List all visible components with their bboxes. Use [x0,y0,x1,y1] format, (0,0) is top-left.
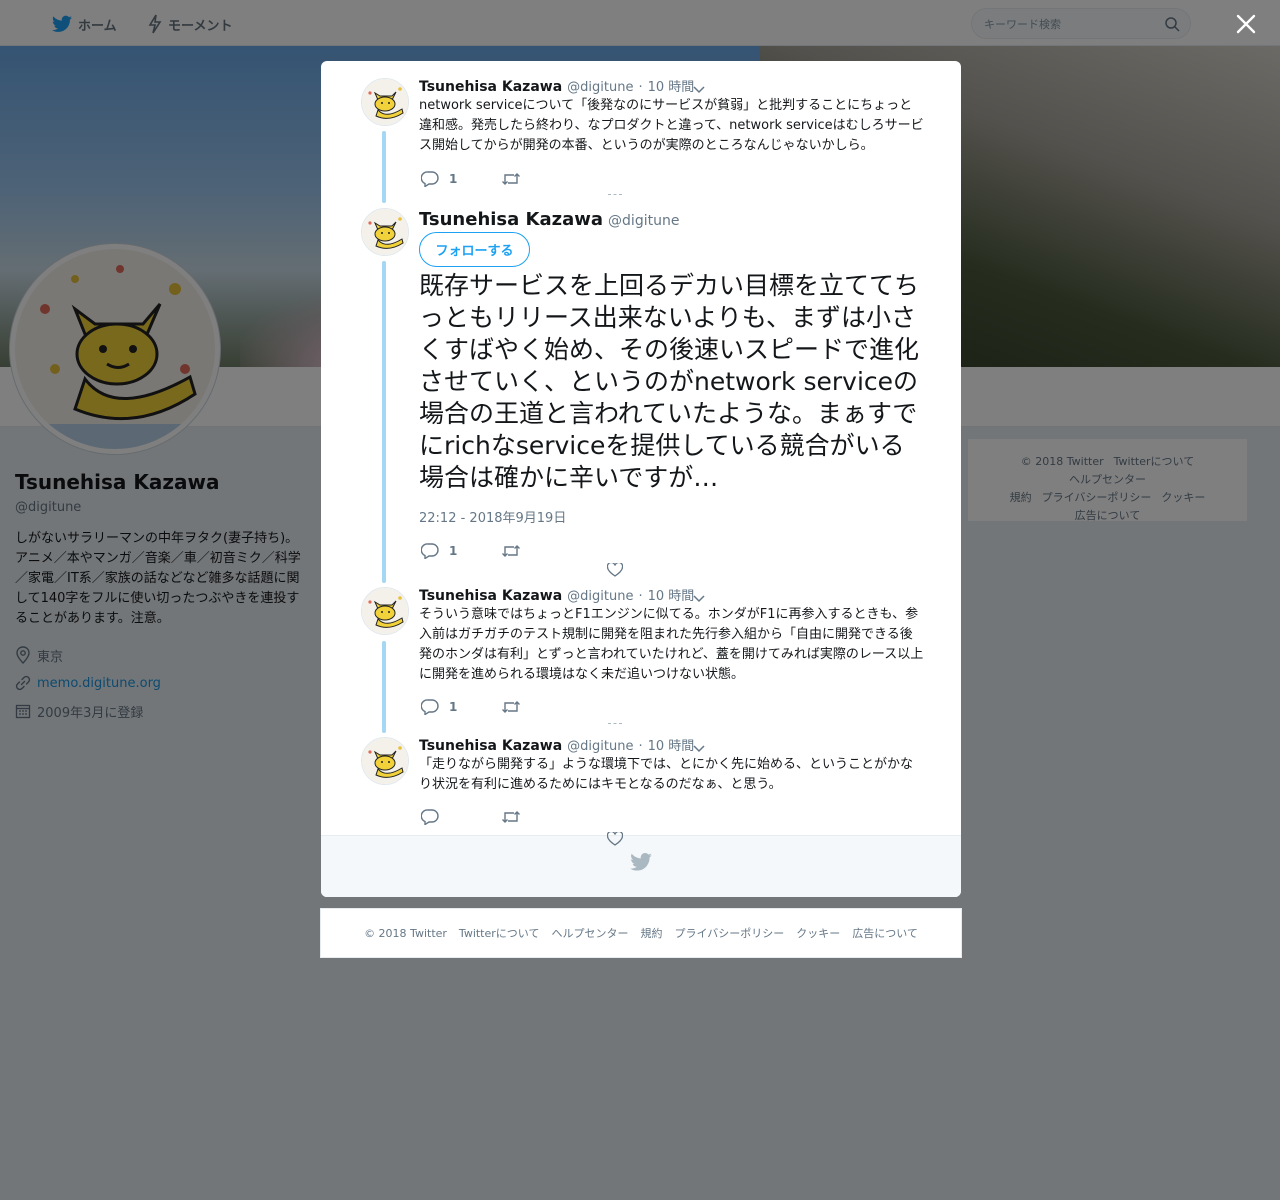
retweet-icon [502,701,520,713]
cat-avatar-icon [362,738,408,784]
main-tweet-header: Tsunehisa Kazawa @digitune [419,209,679,230]
retweet-icon [502,811,520,823]
twitter-bird-icon [630,853,652,871]
tweet-reply-2[interactable]: Tsunehisa Kazawa @digitune · 10 時間 「走りなが… [321,731,961,835]
chevron-down-icon[interactable] [691,590,707,606]
modal-footer [321,832,961,897]
retweet-button[interactable] [501,809,521,825]
reply-button[interactable]: 1 [421,543,457,559]
tweet-author-name[interactable]: Tsunehisa Kazawa [419,588,562,604]
tweet-timestamp[interactable]: 10 時間 [648,585,695,604]
more-replies-dashes [608,723,622,725]
chevron-down-icon[interactable] [691,740,707,756]
thread-line [382,261,386,583]
main-tweet-date[interactable]: 22:12 - 2018年9月19日 [419,507,566,526]
reply-button[interactable]: 1 [421,699,457,715]
like-button[interactable] [607,832,623,846]
cat-avatar-icon [362,588,408,634]
reply-button[interactable]: 1 [421,171,457,187]
bottom-footer: © 2018 Twitter Twitterについて ヘルプセンター 規約 プラ… [320,908,962,958]
footer-copyright: © 2018 Twitter [364,926,447,940]
footer-about[interactable]: Twitterについて [459,925,540,941]
tweet-actions [419,809,679,829]
retweet-icon [502,173,520,185]
reply-button[interactable] [421,809,439,825]
retweet-button[interactable] [501,171,521,187]
tweet-header: Tsunehisa Kazawa @digitune · 10 時間 [419,585,694,604]
tweet-author-name[interactable]: Tsunehisa Kazawa [419,79,562,95]
reply-count: 1 [449,172,458,186]
cat-avatar-icon [362,79,408,125]
tweet-text: 「走りながら開発する」ような環境下では、とにかく先に始める、ということがかなり状… [419,757,914,792]
heart-icon [607,563,623,577]
tweet-avatar[interactable] [361,737,409,785]
tweet-timestamp[interactable]: 10 時間 [648,76,695,95]
retweet-icon [502,545,520,557]
reply-icon [421,543,439,559]
separator-dot: · [638,80,643,95]
main-tweet-text: 既存サービスを上回るデカい目標を立ててちっともリリース出来ないよりも、まずは小さ… [419,271,920,492]
thread-line [382,131,386,203]
tweet-text: network serviceについて「後発なのにサービスが貧弱」と批判すること… [419,98,924,153]
like-button[interactable] [607,563,623,577]
footer-terms[interactable]: 規約 [640,925,662,941]
tweet-text: そういう意味ではちょっとF1エンジンに似てる。ホンダがF1に再参入するときも、参… [419,607,924,682]
tweet-avatar[interactable] [361,208,409,256]
footer-ads[interactable]: 広告について [852,925,918,941]
tweet-ancestor-1[interactable]: Tsunehisa Kazawa @digitune · 10 時間 netwo… [321,61,961,203]
retweet-button[interactable] [501,543,521,559]
tweet-actions: 1 [419,171,679,191]
main-tweet-author-name[interactable]: Tsunehisa Kazawa [419,209,603,230]
tweet-timestamp[interactable]: 10 時間 [648,735,695,754]
tweet-header: Tsunehisa Kazawa @digitune · 10 時間 [419,76,694,95]
footer-help[interactable]: ヘルプセンター [551,925,628,941]
follow-button[interactable]: フォローする [419,232,530,267]
footer-cookies[interactable]: クッキー [796,925,840,941]
main-tweet-author-handle[interactable]: @digitune [608,213,679,229]
reply-icon [421,171,439,187]
reply-count: 1 [449,700,458,714]
tweet-author-handle[interactable]: @digitune [567,739,633,754]
tweet-actions: 1 [419,699,679,719]
footer-privacy[interactable]: プライバシーポリシー [674,925,784,941]
retweet-button[interactable] [501,699,521,715]
main-tweet-actions: 1 [419,543,679,577]
separator-dot: · [638,739,643,754]
tweet-author-handle[interactable]: @digitune [567,80,633,95]
reply-icon [421,809,439,825]
cat-avatar-icon [362,209,408,255]
separator-dot: · [638,589,643,604]
tweet-permalink-modal: Tsunehisa Kazawa @digitune · 10 時間 netwo… [321,61,961,897]
tweet-avatar[interactable] [361,78,409,126]
tweet-avatar[interactable] [361,587,409,635]
tweet-author-name[interactable]: Tsunehisa Kazawa [419,738,562,754]
tweet-reply-1[interactable]: Tsunehisa Kazawa @digitune · 10 時間 そういう意… [321,581,961,733]
thread-line [382,641,386,733]
reply-count: 1 [449,544,458,558]
reply-icon [421,699,439,715]
chevron-down-icon[interactable] [691,81,707,97]
heart-icon [607,832,623,846]
more-replies-dashes [608,194,622,196]
close-icon[interactable] [1234,12,1258,36]
tweet-author-handle[interactable]: @digitune [567,589,633,604]
tweet-header: Tsunehisa Kazawa @digitune · 10 時間 [419,735,694,754]
